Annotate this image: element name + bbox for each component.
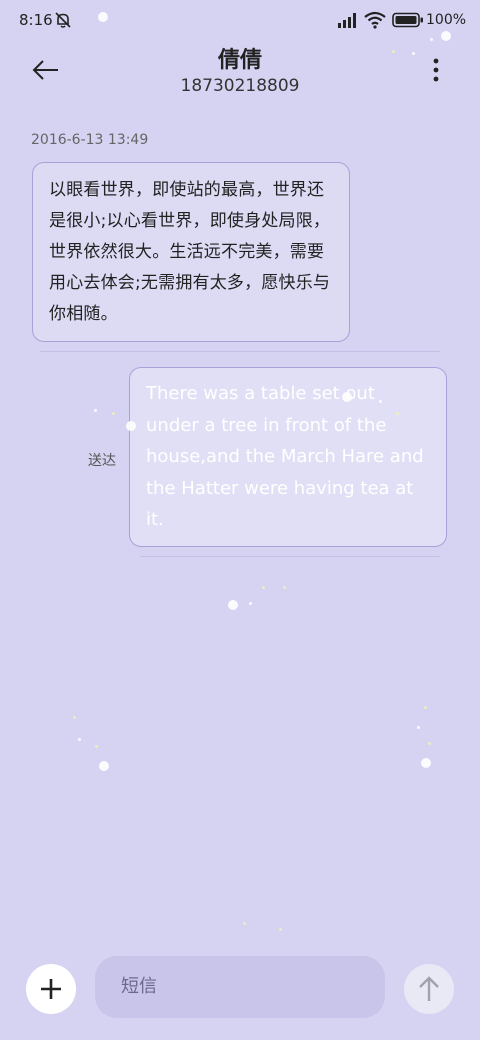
- sparkle-dot: [73, 716, 76, 719]
- more-vertical-icon: [422, 58, 450, 88]
- wifi-icon: [364, 11, 386, 33]
- message-divider: [140, 556, 440, 557]
- sparkle-dot: [428, 742, 431, 745]
- bell-muted-icon: [54, 11, 72, 33]
- sparkle-dot: [95, 745, 98, 748]
- status-bar: 8:16 100%: [0, 0, 480, 40]
- message-timestamp: 2016-6-13 13:49: [31, 132, 149, 148]
- sparkle-decoration: [99, 761, 109, 771]
- sparkle-dot: [112, 412, 115, 415]
- sparkle-dot: [396, 412, 399, 415]
- contact-name[interactable]: 倩倩: [0, 42, 480, 74]
- sparkle-dot: [249, 602, 252, 605]
- sparkle-decoration: [126, 421, 136, 431]
- sparkle-dot: [424, 706, 427, 709]
- incoming-message-bubble[interactable]: 以眼看世界，即使站的最高，世界还是很小;以心看世界，即使身处局限，世界依然很大。…: [32, 162, 350, 342]
- sparkle-decoration: [98, 12, 108, 22]
- contact-number[interactable]: 18730218809: [0, 76, 480, 96]
- sparkle-dot: [262, 586, 265, 589]
- sparkle-dot: [412, 52, 415, 55]
- message-input[interactable]: 短信: [95, 956, 385, 1018]
- sparkle-dot: [279, 928, 282, 931]
- sparkle-dot: [94, 409, 97, 412]
- conversation-header: 倩倩 18730218809: [0, 40, 480, 100]
- plus-icon: [26, 979, 76, 1018]
- sparkle-decoration: [441, 31, 451, 41]
- status-time: 8:16: [19, 11, 53, 29]
- arrow-up-icon: [404, 976, 454, 1018]
- outgoing-message-bubble[interactable]: There was a table set out under a tree i…: [129, 367, 447, 547]
- message-composer: 短信: [0, 950, 480, 1040]
- delivery-status: 送达: [88, 453, 116, 469]
- message-divider: [40, 351, 440, 352]
- sparkle-dot: [78, 738, 81, 741]
- sparkle-dot: [283, 586, 286, 589]
- sparkle-decoration: [228, 600, 238, 610]
- signal-icon: [338, 12, 360, 32]
- sparkle-dot: [430, 38, 433, 41]
- sparkle-dot: [243, 922, 246, 925]
- battery-percentage: 100%: [426, 12, 467, 28]
- send-button[interactable]: [404, 964, 454, 1014]
- sparkle-decoration: [342, 392, 352, 402]
- sparkle-dot: [379, 400, 382, 403]
- sparkle-decoration: [421, 758, 431, 768]
- sparkle-dot: [417, 726, 420, 729]
- battery-icon: [392, 12, 424, 32]
- more-options-button[interactable]: [422, 56, 450, 84]
- add-attachment-button[interactable]: [26, 964, 76, 1014]
- sparkle-dot: [392, 50, 395, 53]
